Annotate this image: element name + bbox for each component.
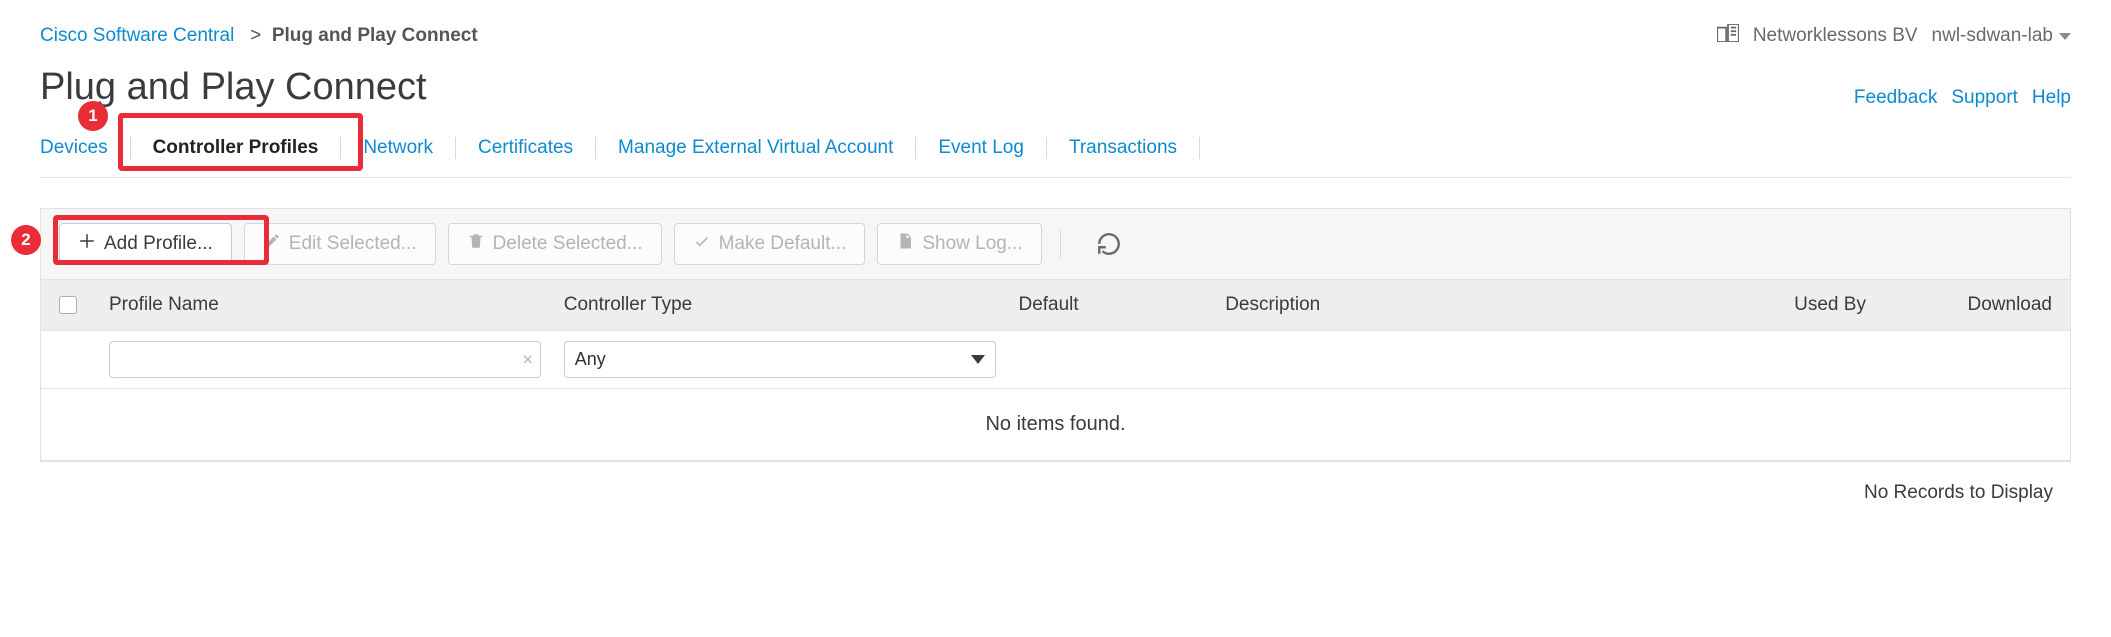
table: Profile Name Controller Type Default Des…: [40, 280, 2071, 462]
toolbar-separator: [1060, 230, 1061, 258]
check-icon: [693, 232, 711, 256]
trash-icon: [467, 232, 485, 256]
col-profile-name[interactable]: Profile Name: [109, 294, 564, 316]
col-description[interactable]: Description: [1225, 294, 1680, 316]
tab-transactions[interactable]: Transactions: [1047, 137, 1200, 159]
tab-controller-profiles[interactable]: Controller Profiles: [131, 137, 342, 159]
toolbar: Add Profile... Edit Selected... Delete S…: [40, 208, 2071, 280]
filter-profile-name-wrap: ×: [109, 341, 541, 378]
show-log-label: Show Log...: [922, 233, 1022, 255]
tab-event-log[interactable]: Event Log: [916, 137, 1047, 159]
show-log-button[interactable]: Show Log...: [877, 223, 1041, 265]
col-download[interactable]: Download: [1866, 294, 2052, 316]
tab-bar: Devices Controller Profiles Network Cert…: [40, 137, 2071, 178]
account-sub-label: nwl-sdwan-lab: [1932, 25, 2053, 47]
col-default[interactable]: Default: [1018, 294, 1225, 316]
tab-manage-external[interactable]: Manage External Virtual Account: [596, 137, 916, 159]
records-footer: No Records to Display: [40, 462, 2071, 508]
document-icon: [896, 232, 914, 256]
filter-controller-type-value: Any: [575, 349, 606, 370]
filter-profile-name-input[interactable]: [109, 341, 541, 378]
breadcrumb-sep: [240, 25, 251, 46]
top-bar: Cisco Software Central > Plug and Play C…: [40, 24, 2071, 48]
col-used-by[interactable]: Used By: [1680, 294, 1866, 316]
add-profile-button[interactable]: Add Profile...: [59, 223, 232, 265]
edit-selected-label: Edit Selected...: [289, 233, 417, 255]
tab-network[interactable]: Network: [341, 137, 456, 159]
account-sub-dropdown[interactable]: nwl-sdwan-lab: [1932, 25, 2071, 47]
tab-devices[interactable]: Devices: [40, 137, 131, 159]
pencil-icon: [263, 232, 281, 256]
clear-filter-icon[interactable]: ×: [522, 349, 533, 370]
edit-selected-button[interactable]: Edit Selected...: [244, 223, 436, 265]
account-org[interactable]: Networklessons BV: [1753, 25, 1918, 47]
help-links: Feedback Support Help: [1854, 87, 2071, 109]
page-title: Plug and Play Connect: [40, 66, 427, 109]
title-row: Plug and Play Connect Feedback Support H…: [40, 66, 2071, 109]
filter-controller-type-select[interactable]: Any: [564, 341, 996, 378]
breadcrumb-root-link[interactable]: Cisco Software Central: [40, 25, 234, 46]
make-default-button[interactable]: Make Default...: [674, 223, 866, 265]
annotation-badge-2: 2: [11, 225, 41, 255]
make-default-label: Make Default...: [719, 233, 847, 255]
feedback-link[interactable]: Feedback: [1854, 87, 1937, 109]
table-filters: × Any: [41, 331, 2070, 389]
table-header: Profile Name Controller Type Default Des…: [41, 280, 2070, 331]
select-all-checkbox[interactable]: [59, 296, 77, 314]
help-link[interactable]: Help: [2032, 87, 2071, 109]
chevron-down-icon: [971, 355, 985, 364]
breadcrumb-current: Plug and Play Connect: [272, 25, 478, 46]
refresh-button[interactable]: [1095, 230, 1123, 258]
tab-certificates[interactable]: Certificates: [456, 137, 596, 159]
breadcrumb: Cisco Software Central > Plug and Play C…: [40, 25, 478, 47]
account-switcher: Networklessons BV nwl-sdwan-lab: [1717, 24, 2071, 48]
delete-selected-label: Delete Selected...: [493, 233, 643, 255]
chevron-down-icon: [2059, 33, 2071, 40]
empty-state: No items found.: [41, 389, 2070, 461]
support-link[interactable]: Support: [1951, 87, 2018, 109]
org-icon: [1717, 24, 1739, 48]
plus-icon: [78, 232, 96, 256]
add-profile-label: Add Profile...: [104, 233, 213, 255]
delete-selected-button[interactable]: Delete Selected...: [448, 223, 662, 265]
col-controller-type[interactable]: Controller Type: [564, 294, 1019, 316]
